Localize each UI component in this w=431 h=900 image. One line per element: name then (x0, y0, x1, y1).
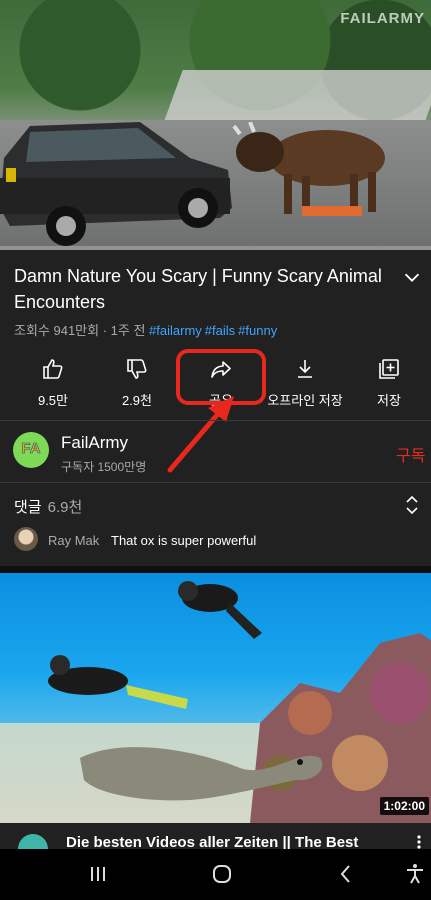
progress-bar[interactable] (0, 246, 431, 250)
channel-avatar-text: FA (21, 440, 41, 458)
bull (232, 122, 385, 216)
hashtag[interactable]: #funny (238, 323, 277, 338)
hashtag[interactable]: #failarmy (149, 323, 202, 338)
download-icon (298, 360, 312, 378)
download-button[interactable]: 오프라인 저장 (265, 357, 345, 409)
video-title[interactable]: Damn Nature You Scary | Funny Scary Anim… (14, 263, 394, 315)
download-label: 오프라인 저장 (267, 393, 343, 408)
commenter-avatar (14, 527, 38, 551)
comments-title: 댓글 (14, 499, 42, 516)
like-button[interactable]: 9.5만 (13, 357, 93, 409)
save-button[interactable]: 저장 (349, 357, 429, 409)
system-navigation-bar (0, 849, 431, 900)
back-icon[interactable] (334, 862, 358, 886)
video-player[interactable]: FAILARMY (0, 0, 431, 250)
add-to-playlist-icon (379, 359, 399, 379)
hashtag[interactable]: #fails (205, 323, 235, 338)
like-count: 9.5만 (37, 393, 69, 408)
divider (0, 482, 431, 483)
video-meta[interactable]: 조회수 941만회 · 1주 전 #failarmy #fails #funny (14, 320, 280, 339)
save-label: 저장 (377, 393, 401, 408)
divider (0, 420, 431, 421)
expand-icon[interactable] (403, 494, 421, 516)
comments-header[interactable]: 댓글 6.9천 (14, 496, 82, 517)
chevron-down-icon[interactable] (401, 266, 423, 288)
section-gap (0, 566, 431, 573)
view-count-date: 조회수 941만회 · 1주 전 (14, 323, 146, 338)
subscribe-button[interactable]: 구독 (396, 442, 425, 466)
video-watermark: FAILARMY (340, 10, 425, 27)
thumbs-down-icon (127, 359, 147, 379)
video-duration: 1:02:00 (379, 797, 429, 815)
accessibility-icon[interactable] (403, 862, 427, 886)
suv-car (0, 122, 232, 246)
home-icon[interactable] (210, 862, 234, 886)
diver (48, 655, 188, 709)
recent-apps-icon[interactable] (86, 862, 110, 886)
dislike-count: 2.9천 (121, 393, 153, 408)
commenter-name: Ray Mak (48, 533, 100, 548)
more-options-icon[interactable] (411, 834, 427, 850)
next-video-thumbnail[interactable] (0, 573, 431, 823)
comments-count: 6.9천 (47, 499, 83, 516)
channel-avatar[interactable]: FA (13, 432, 49, 468)
dislike-button[interactable]: 2.9천 (97, 357, 177, 409)
share-highlight-box (176, 349, 266, 405)
subscriber-count: 구독자 1500만명 (61, 460, 147, 474)
comment-text[interactable]: That ox is super powerful (111, 533, 256, 548)
moray-eel (80, 747, 323, 801)
thumbs-up-icon (43, 359, 63, 379)
channel-name[interactable]: FailArmy (61, 433, 128, 453)
